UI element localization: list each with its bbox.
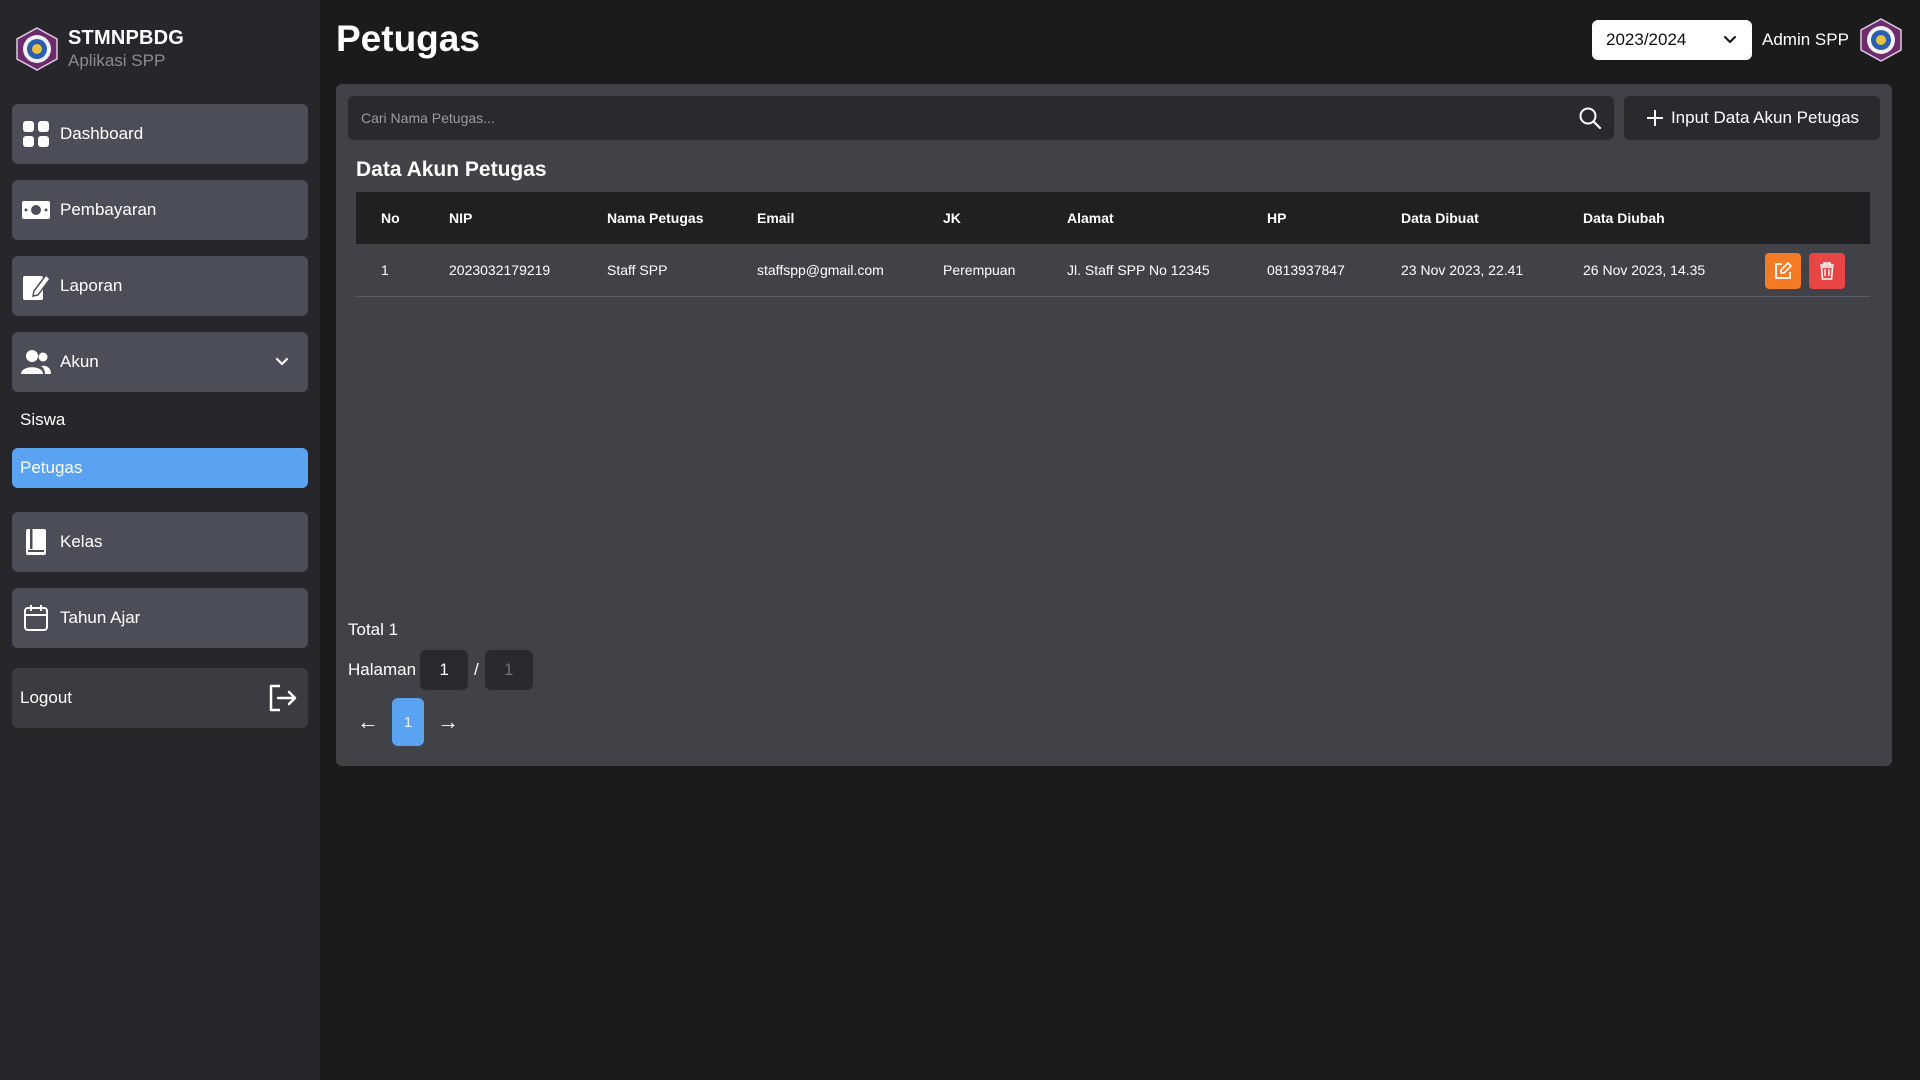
grid-icon <box>20 118 52 150</box>
cell-nama: Staff SPP <box>607 262 668 278</box>
sidebar-item-pembayaran[interactable]: Pembayaran <box>12 180 308 240</box>
cell-dibuat: 23 Nov 2023, 22.41 <box>1401 262 1524 278</box>
user-name: Admin SPP <box>1762 30 1849 49</box>
brand: STMNPBDG Aplikasi SPP <box>14 26 184 72</box>
edit-icon <box>1775 262 1792 279</box>
users-icon <box>20 346 52 378</box>
logout-button[interactable]: Logout <box>12 668 308 728</box>
sidebar-item-label: Pembayaran <box>60 200 157 219</box>
cell-diubah: 26 Nov 2023, 14.35 <box>1583 262 1706 278</box>
report-edit-icon <box>20 270 52 302</box>
sidebar-item-kelas[interactable]: Kelas <box>12 512 308 572</box>
money-icon <box>20 194 52 226</box>
petugas-table: No NIP Nama Petugas Email JK Alamat HP D… <box>356 192 1870 297</box>
cell-no: 1 <box>381 262 389 278</box>
main-card: Input Data Akun Petugas Data Akun Petuga… <box>336 84 1892 766</box>
delete-button[interactable] <box>1809 253 1845 289</box>
year-select-value: 2023/2024 <box>1606 30 1687 49</box>
column-header: Nama Petugas <box>607 210 704 226</box>
pagination: ← 1 → <box>348 698 468 746</box>
sidebar-item-label: Akun <box>60 352 99 371</box>
column-header: No <box>381 210 400 226</box>
search-box <box>348 96 1614 140</box>
brand-subtitle: Aplikasi SPP <box>68 51 166 70</box>
sidebar-item-label: Kelas <box>60 532 103 551</box>
edit-button[interactable] <box>1765 253 1801 289</box>
logout-label: Logout <box>20 688 72 707</box>
prev-page-button[interactable]: ← <box>348 698 388 746</box>
cell-alamat: Jl. Staff SPP No 12345 <box>1067 262 1210 278</box>
page-label: Halaman <box>348 660 417 679</box>
trash-icon <box>1820 262 1834 280</box>
add-petugas-button[interactable]: Input Data Akun Petugas <box>1624 96 1880 140</box>
sidebar-item-label: Dashboard <box>60 124 144 143</box>
school-logo-icon <box>16 27 58 71</box>
column-header: Email <box>757 210 795 226</box>
search-icon[interactable] <box>1578 106 1602 130</box>
table-header: No NIP Nama Petugas Email JK Alamat HP D… <box>356 192 1870 244</box>
brand-name: STMNPBDG <box>68 27 185 49</box>
page-button[interactable]: 1 <box>392 698 424 746</box>
total-pages: 1 <box>484 650 533 690</box>
sidebar-item-laporan[interactable]: Laporan <box>12 256 308 316</box>
cell-jk: Perempuan <box>943 262 1016 278</box>
sidebar-subitem-siswa[interactable]: Siswa <box>12 400 308 440</box>
column-header: HP <box>1267 210 1287 226</box>
sidebar-item-akun[interactable]: Akun <box>12 332 308 392</box>
chevron-down-icon <box>275 357 289 366</box>
chevron-down-icon <box>1724 36 1736 43</box>
sidebar-item-label: Tahun Ajar <box>60 608 141 627</box>
cell-email: staffspp@gmail.com <box>757 262 884 278</box>
column-header: NIP <box>449 210 473 226</box>
plus-icon <box>1646 110 1663 126</box>
section-title: Data Akun Petugas <box>356 158 547 181</box>
sidebar-subitem-petugas[interactable]: Petugas <box>12 448 308 488</box>
cell-nip: 2023032179219 <box>449 262 551 278</box>
current-page-input[interactable]: 1 <box>420 650 469 690</box>
sidebar-item-dashboard[interactable]: Dashboard <box>12 104 308 164</box>
book-icon <box>20 526 52 558</box>
page-indicator: Halaman 1 / 1 <box>348 650 533 690</box>
sidebar-item-tahun-ajar[interactable]: Tahun Ajar <box>12 588 308 648</box>
sidebar: STMNPBDG Aplikasi SPP Dashboard Pembayar… <box>0 0 320 1080</box>
column-header: JK <box>943 210 961 226</box>
search-input[interactable] <box>348 96 1614 140</box>
add-petugas-label: Input Data Akun Petugas <box>1670 108 1860 127</box>
calendar-icon <box>20 602 52 634</box>
sidebar-item-label: Laporan <box>60 276 123 295</box>
page-title: Petugas <box>336 18 480 59</box>
table-row: 1 2023032179219 Staff SPP staffspp@gmail… <box>356 244 1870 297</box>
cell-hp: 0813937847 <box>1267 262 1345 278</box>
column-header: Alamat <box>1067 210 1114 226</box>
year-select[interactable]: 2023/2024 <box>1592 20 1752 60</box>
column-header: Data Diubah <box>1583 210 1665 226</box>
total-count: Total 1 <box>348 620 399 639</box>
column-header: Data Dibuat <box>1401 210 1479 226</box>
next-page-button[interactable]: → <box>428 698 468 746</box>
page-separator: / <box>474 660 479 679</box>
avatar[interactable] <box>1858 17 1904 63</box>
logout-icon <box>269 684 297 712</box>
